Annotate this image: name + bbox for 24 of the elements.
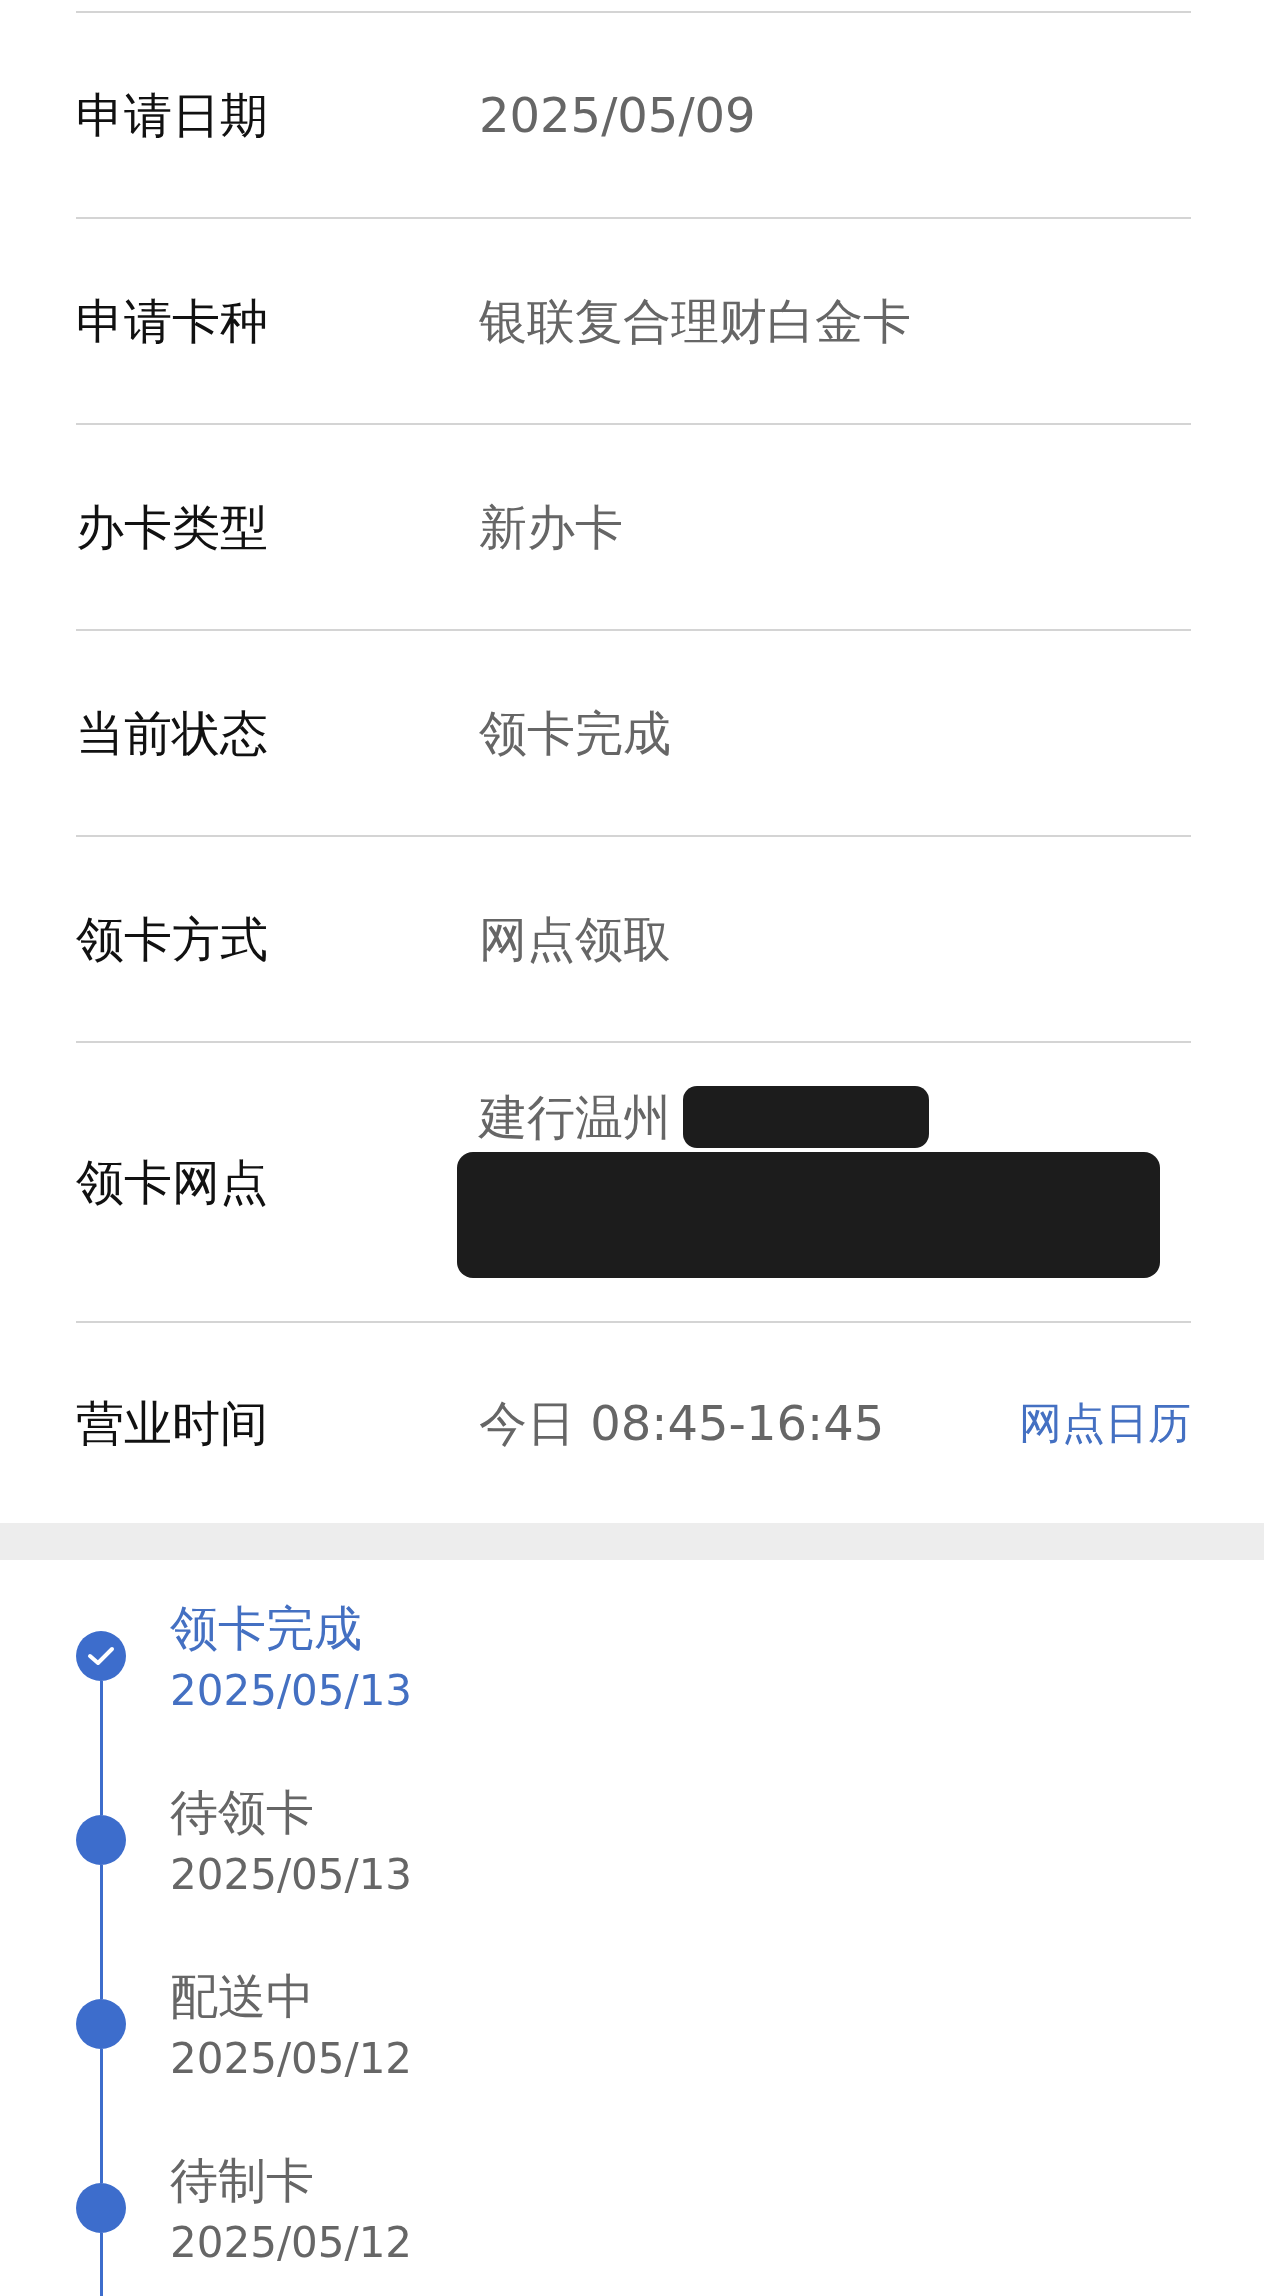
field-label: 营业时间 <box>76 1394 269 1453</box>
timeline-date: 2025/05/13 <box>170 1849 413 1901</box>
timeline-title: 配送中 <box>170 1967 315 2026</box>
field-value: 领卡完成 <box>479 704 671 763</box>
field-value: 2025/05/09 <box>479 86 756 145</box>
field-label: 当前状态 <box>76 704 269 763</box>
field-value: 今日 08:45-16:45 <box>479 1394 885 1453</box>
field-value: 新办卡 <box>479 498 623 557</box>
timeline-title: 领卡完成 <box>170 1599 363 1658</box>
timeline-connector <box>99 2233 103 2296</box>
timeline-title: 待领卡 <box>170 1783 315 1842</box>
field-value: 网点领取 <box>479 910 671 969</box>
field-label: 办卡类型 <box>76 498 269 557</box>
field-value: 银联复合理财白金卡 <box>479 292 911 351</box>
timeline-date: 2025/05/12 <box>170 2033 413 2085</box>
field-label: 领卡方式 <box>76 910 269 969</box>
calendar-link[interactable]: 网点日历 <box>1019 1395 1191 1451</box>
field-label: 申请日期 <box>76 86 269 145</box>
timeline-title: 待制卡 <box>170 2151 315 2210</box>
field-label: 申请卡种 <box>76 292 269 351</box>
timeline-date: 2025/05/13 <box>170 1665 413 1717</box>
field-value: 建行温州 <box>479 1088 671 1147</box>
field-label: 领卡网点 <box>76 1153 269 1212</box>
timeline-date: 2025/05/12 <box>170 2217 413 2269</box>
